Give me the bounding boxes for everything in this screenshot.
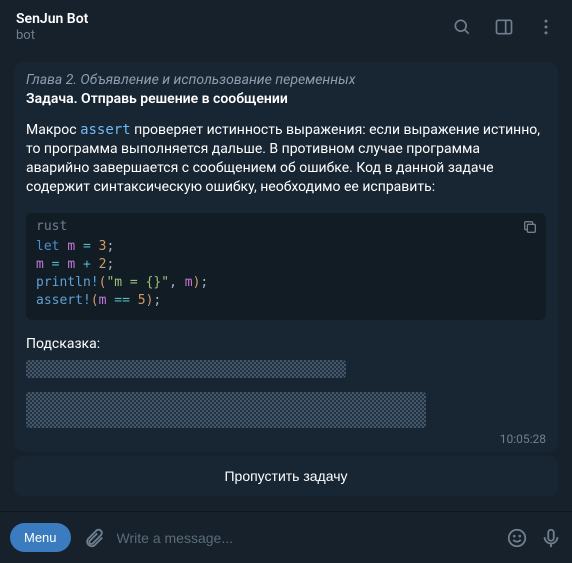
skip-task-button[interactable]: Пропустить задачу — [14, 456, 558, 496]
inline-code: assert — [80, 122, 131, 138]
menu-button[interactable]: Menu — [10, 523, 71, 552]
hint-label: Подсказка: — [26, 336, 546, 352]
header-actions — [452, 17, 556, 37]
chat-area: Глава 2. Объявление и использование пере… — [0, 54, 572, 511]
task-text-before: Макрос — [26, 122, 80, 138]
message-timestamp: 10:05:28 — [500, 432, 546, 446]
spoiler-hidden-2[interactable] — [26, 392, 426, 428]
sidebar-icon[interactable] — [494, 17, 514, 37]
mic-icon[interactable] — [540, 527, 562, 549]
chat-header: SenJun Bot bot — [0, 0, 572, 54]
more-icon[interactable] — [536, 17, 556, 37]
task-header: Задача. Отправь решение в сообщении — [26, 91, 546, 107]
code-language-label: rust — [26, 213, 546, 236]
code-block: rust let m = 3; m = m + 2; println!("m =… — [26, 213, 546, 321]
emoji-icon[interactable] — [506, 527, 528, 549]
chat-subtitle: bot — [16, 28, 438, 43]
chapter-title: Глава 2. Объявление и использование пере… — [26, 72, 546, 88]
header-title-area[interactable]: SenJun Bot bot — [16, 11, 438, 43]
attach-icon[interactable] — [83, 527, 105, 549]
spoiler-hidden-1[interactable] — [26, 360, 346, 378]
task-description: Макрос assert проверяет истинность выраж… — [26, 121, 546, 197]
message-input[interactable] — [117, 530, 494, 546]
code-content: let m = 3; m = m + 2; println!("m = {}",… — [26, 236, 546, 321]
copy-icon[interactable] — [522, 219, 538, 235]
chat-title: SenJun Bot — [16, 11, 438, 27]
input-bar: Menu — [0, 511, 572, 563]
bot-message: Глава 2. Объявление и использование пере… — [14, 62, 558, 452]
search-icon[interactable] — [452, 17, 472, 37]
